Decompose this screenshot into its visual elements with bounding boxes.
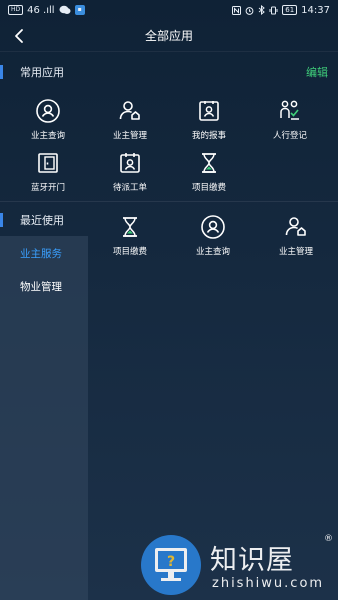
nfc-icon <box>232 5 242 15</box>
app-item-my-reports[interactable]: 我的报事 <box>167 94 251 148</box>
hd-indicator: HD <box>8 5 24 15</box>
section-marker <box>0 65 3 79</box>
app-label: 蓝牙开门 <box>30 183 65 193</box>
common-apps-grid: 业主查询 业主管理 我的报事 人行登记 蓝牙开门 待派工单 项目缴费 <box>0 94 338 198</box>
watermark-registered: ® <box>324 534 333 544</box>
app-label: 人行登记 <box>272 131 307 141</box>
work-order-icon <box>120 153 140 173</box>
category-sidebar: 业主服务 物业管理 <box>0 236 88 600</box>
watermark-text: 知识屋 <box>210 545 294 576</box>
common-apps-title: 常用应用 <box>20 66 64 79</box>
page-title: 全部应用 <box>144 29 193 43</box>
app-item-owner-search[interactable]: 业主查询 <box>6 94 90 148</box>
edit-button[interactable]: 编辑 <box>306 64 328 80</box>
app-label: 业主查询 <box>30 131 65 141</box>
common-apps-header: 常用应用 编辑 <box>0 60 338 84</box>
hourglass-icon <box>202 153 216 173</box>
section-divider <box>0 201 338 202</box>
status-right: 61 14:37 <box>232 5 330 16</box>
status-left: HD 46 .ıll ▪ <box>8 5 85 16</box>
app-label: 项目缴费 <box>191 183 226 193</box>
vibrate-icon <box>269 6 278 14</box>
bluetooth-icon <box>258 5 266 15</box>
app-label: 项目缴费 <box>112 247 147 257</box>
app-item-pending-orders[interactable]: 待派工单 <box>88 146 172 200</box>
people-register-icon <box>280 100 299 120</box>
app-label: 我的报事 <box>191 131 226 141</box>
status-bar: HD 46 .ıll ▪ 61 14:37 <box>0 0 338 20</box>
sidebar-item-property-manage[interactable]: 物业管理 <box>0 269 88 303</box>
back-icon[interactable] <box>10 26 30 46</box>
app-label: 业主查询 <box>195 247 230 257</box>
hourglass-icon <box>123 217 137 237</box>
app-item-pedestrian-register[interactable]: 人行登记 <box>248 94 332 148</box>
wechat-icon <box>59 5 71 14</box>
app-item-project-fees[interactable]: 项目缴费 <box>167 146 251 200</box>
watermark-logo-icon: ? <box>141 535 201 595</box>
user-house-icon <box>119 101 140 120</box>
watermark-url: zhishiwu.com <box>212 576 325 591</box>
watermark: ? 知识屋 ® zhishiwu.com <box>140 532 338 600</box>
app-label: 业主管理 <box>112 131 147 141</box>
clock: 14:37 <box>301 4 330 16</box>
user-search-icon <box>36 99 60 123</box>
svg-text:?: ? <box>167 554 175 570</box>
battery-indicator: 61 <box>282 5 298 15</box>
recent-item-owner-search[interactable]: 业主查询 <box>171 210 255 264</box>
app-notify-icon: ▪ <box>74 5 85 15</box>
recent-item-project-fees[interactable]: 项目缴费 <box>88 210 172 264</box>
app-item-owner-manage[interactable]: 业主管理 <box>88 94 172 148</box>
app-item-bluetooth-door[interactable]: 蓝牙开门 <box>6 146 90 200</box>
app-label: 待派工单 <box>112 183 147 193</box>
app-label: 业主管理 <box>278 247 313 257</box>
report-card-icon <box>199 101 219 121</box>
signal-indicator: 46 .ıll <box>27 4 55 16</box>
recent-apps-grid: 项目缴费 业主查询 业主管理 <box>0 210 338 266</box>
nav-bar: 全部应用 <box>0 20 338 52</box>
alarm-icon <box>245 6 254 15</box>
door-icon <box>38 153 58 173</box>
battery-level: 61 <box>282 5 298 15</box>
recent-item-owner-manage[interactable]: 业主管理 <box>254 210 338 264</box>
user-house-icon <box>285 217 306 236</box>
user-search-icon <box>201 215 225 239</box>
